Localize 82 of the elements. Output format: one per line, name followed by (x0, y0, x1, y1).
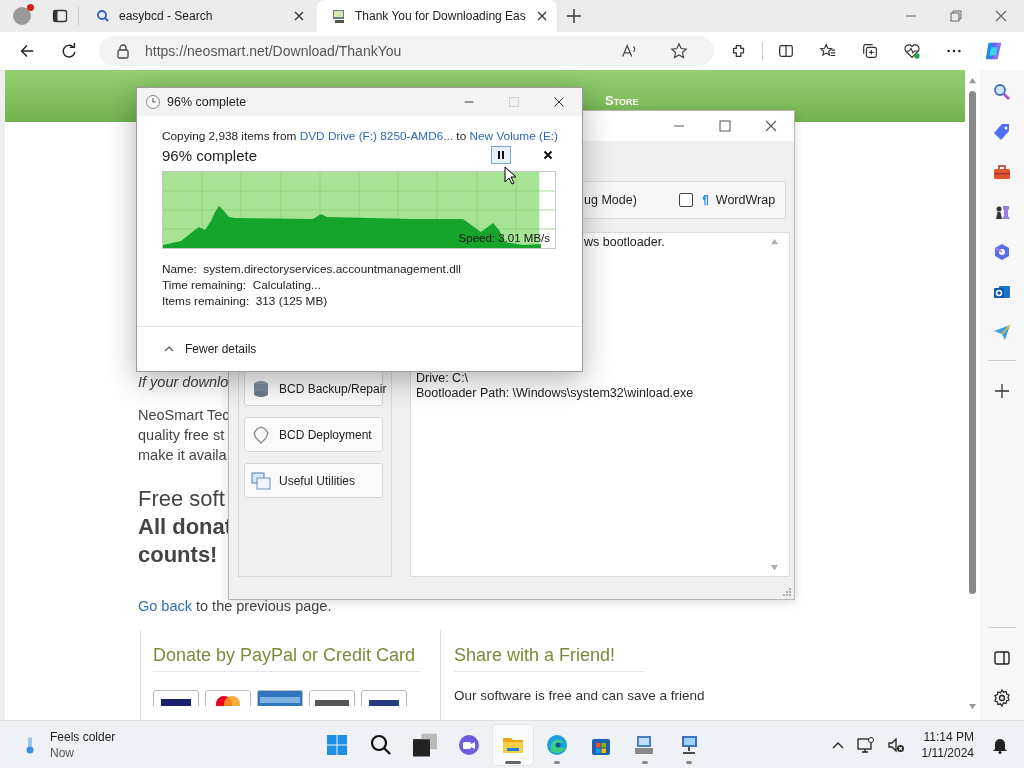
wordwrap-checkbox[interactable] (678, 193, 693, 207)
source-link[interactable]: DVD Drive (F:) 8250-AMD6... (299, 129, 454, 143)
tab-actions-icon[interactable] (52, 8, 68, 24)
start-logo-icon (325, 732, 349, 757)
weather-subtitle[interactable]: Now (50, 744, 116, 761)
time: 11:14 PM (923, 728, 974, 745)
paper-plane-icon[interactable] (992, 322, 1012, 342)
video-chat-icon (457, 732, 481, 757)
pilcrow-icon (700, 193, 709, 207)
profile-avatar-icon[interactable] (13, 7, 31, 25)
add-icon[interactable] (992, 381, 1012, 401)
share-text: Our software is free and can save a friend (454, 688, 706, 703)
paragraph-text: quality free st (138, 426, 225, 445)
card-logo-icon (309, 690, 355, 706)
outline-shape-icon (251, 424, 271, 445)
close-icon[interactable] (552, 95, 566, 109)
task-view-icon (413, 732, 437, 757)
detail-text: Items remaining: 313 (125 MB) (162, 293, 329, 309)
pause-button[interactable] (491, 146, 511, 164)
italic-note: If your downlo (138, 373, 229, 392)
scroll-up-icon[interactable] (968, 77, 977, 84)
ring-logo-icon[interactable] (992, 242, 1012, 262)
browser-logo-icon (545, 732, 569, 757)
menu-button[interactable]: Useful Utilities (244, 463, 383, 498)
scroll-thumb[interactable] (969, 91, 976, 594)
copy-summary: Copying 2,938 items from DVD Drive (F:) 8250-AMD6... to New Volume (E:) (162, 128, 557, 144)
menu-button[interactable]: BCD Deployment (244, 417, 383, 452)
close-icon[interactable] (763, 118, 779, 134)
clock[interactable]: 11:14 PM 1/11/2024 (921, 728, 974, 761)
clock-icon (145, 94, 161, 110)
pause-icon (496, 150, 506, 160)
fewer-details-button[interactable]: Fewer details (163, 342, 257, 356)
output-line: Drive: C:\ (416, 371, 469, 386)
star-icon[interactable] (670, 42, 688, 60)
detail-text: Time remaining: Calculating... (162, 277, 322, 293)
resize-grip-icon[interactable] (782, 587, 792, 597)
donate-heading: Donate by PayPal or Credit Card (153, 645, 422, 672)
paragraph-text: NeoSmart Tec (138, 406, 230, 425)
date: 1/11/2024 (921, 744, 974, 761)
wordwrap-label: WordWrap (715, 193, 776, 207)
tag-icon[interactable] (992, 122, 1012, 142)
share-heading: Share with a Friend! (454, 645, 646, 672)
heading: Free soft (138, 485, 225, 513)
card-logo-icon (361, 690, 407, 706)
search-icon[interactable] (992, 82, 1012, 102)
network-icon[interactable] (855, 734, 876, 755)
destination-link[interactable]: New Volume (E:) (469, 129, 558, 143)
toolbox-icon[interactable] (992, 162, 1012, 182)
settings-icon[interactable] (992, 688, 1012, 708)
maximize-icon (507, 95, 521, 109)
database-icon (251, 378, 271, 399)
windows-stack-icon (251, 470, 271, 491)
bold-heading: counts! (138, 541, 218, 569)
computer-icon (331, 8, 347, 24)
card-logo-icon (257, 690, 303, 706)
lock-icon (115, 43, 131, 59)
scroll-down-icon[interactable] (968, 703, 977, 710)
new-tab-icon[interactable] (566, 8, 582, 24)
weather-title[interactable]: Feels colder (50, 728, 116, 745)
heart-pulse-icon[interactable] (903, 42, 921, 60)
card-logo-icon (153, 690, 199, 706)
address-bar[interactable]: https://neosmart.net/Download/ThankYou (99, 36, 714, 66)
refresh-icon[interactable] (60, 42, 78, 60)
back-icon[interactable] (18, 42, 36, 60)
split-screen-icon[interactable] (777, 42, 795, 60)
browser-tab[interactable]: Thank You for Downloading Eas (317, 0, 557, 32)
search-icon (369, 732, 393, 757)
browser-tab[interactable]: easybcd - Search (81, 0, 315, 32)
collections-icon[interactable] (861, 42, 879, 60)
go-back-link[interactable]: Go back (138, 598, 192, 614)
sidebar-panel-icon[interactable] (992, 648, 1012, 668)
back-text: to the previous page. (196, 598, 332, 614)
cancel-icon[interactable] (543, 150, 553, 160)
card-logo-icon (205, 690, 251, 706)
option-label: ug Mode) (584, 193, 637, 207)
search-icon (95, 8, 111, 24)
output-line: Bootloader Path: \Windows\system32\winload.exe (416, 386, 694, 401)
progress-status: 96% complete (162, 146, 258, 164)
output-line: ws bootloader. (584, 235, 665, 250)
dialog-title: 96% complete (167, 95, 247, 109)
restore-icon[interactable] (948, 8, 964, 24)
paragraph-text: make it availa (138, 446, 227, 465)
